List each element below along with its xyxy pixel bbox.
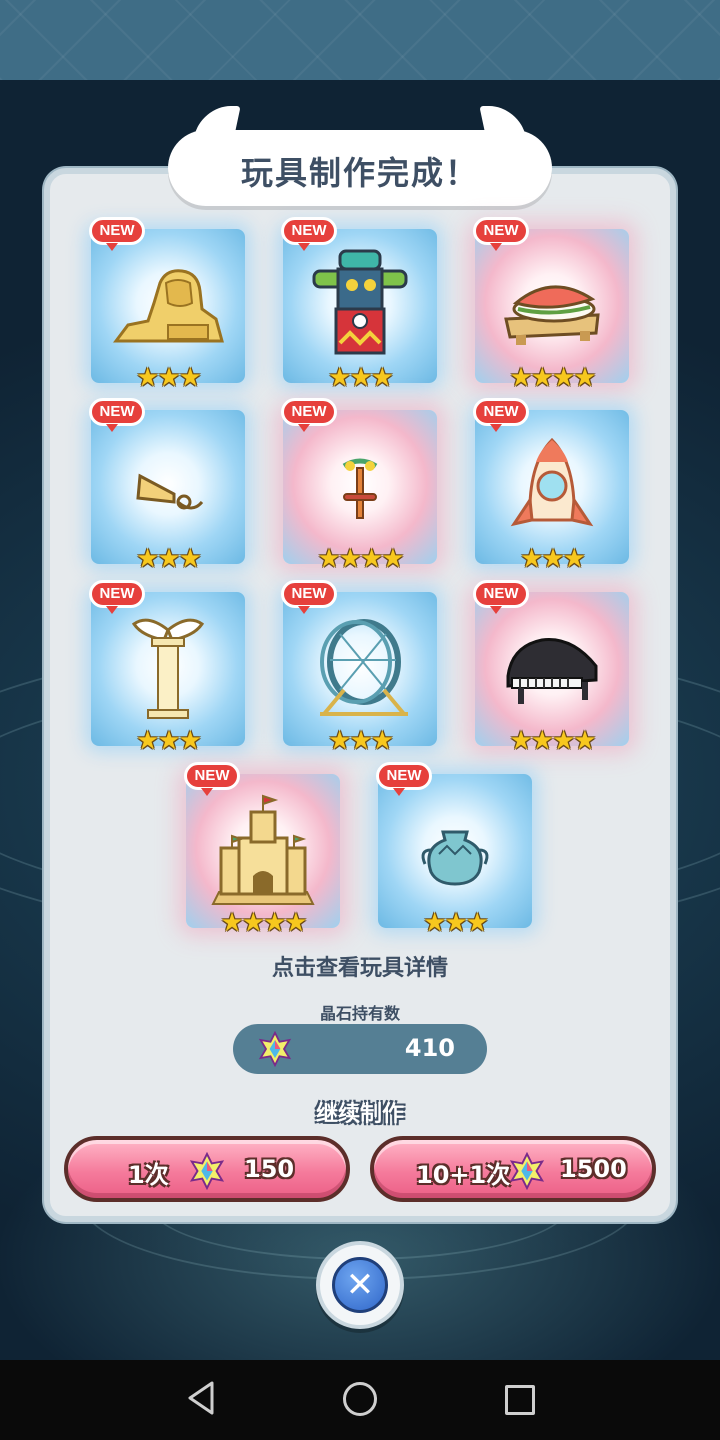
- propeller-toy-icon: [342, 458, 378, 519]
- close-icon: ✕: [332, 1257, 388, 1313]
- rarity-stars: ★★★: [136, 726, 202, 756]
- new-badge: NEW: [89, 217, 145, 251]
- new-badge: NEW: [473, 580, 529, 614]
- new-badge: NEW: [89, 398, 145, 432]
- new-badge: NEW: [281, 580, 337, 614]
- hamster-wheel-icon: [320, 619, 408, 716]
- recent-apps-icon[interactable]: [505, 1385, 535, 1415]
- crystal-icon: [189, 1152, 225, 1190]
- rarity-stars: ★★★: [328, 726, 394, 756]
- close-button[interactable]: ✕: [316, 1241, 404, 1329]
- craft-once-button[interactable]: 1次 150: [64, 1136, 350, 1202]
- rarity-stars: ★★★★: [317, 544, 404, 574]
- android-nav-bar: [0, 1360, 720, 1440]
- winged-pillar-icon: [131, 618, 205, 719]
- sphinx-icon: [113, 269, 224, 343]
- toy-card-horn[interactable]: NEW ★★★: [89, 398, 245, 574]
- tap-hint-text: 点击查看玩具详情: [271, 956, 448, 981]
- toy-card-sushi[interactable]: NEW ★★★★: [473, 217, 629, 393]
- rarity-stars: ★★★: [520, 544, 586, 574]
- rarity-stars: ★★★★: [509, 363, 596, 393]
- crystal-label: 晶石持有数: [319, 1004, 400, 1023]
- horn-icon: [136, 473, 204, 510]
- craft-ten-cost: 1500: [560, 1155, 627, 1183]
- sushi-icon: [504, 285, 600, 345]
- crystal-balance: 410: [233, 1024, 487, 1074]
- rarity-stars: ★★★: [328, 363, 394, 393]
- toy-card-pillar[interactable]: NEW ★★★: [89, 580, 245, 756]
- rarity-stars: ★★★★: [220, 908, 307, 938]
- toy-card-rocket[interactable]: NEW ★★★: [473, 398, 629, 574]
- back-icon[interactable]: [186, 1380, 216, 1416]
- new-badge: NEW: [376, 762, 432, 796]
- crystal-icon: [258, 1031, 292, 1067]
- toy-card-wheel[interactable]: NEW ★★★: [281, 580, 437, 756]
- toy-card-sphinx[interactable]: NEW ★★★: [89, 217, 245, 393]
- new-badge: NEW: [281, 398, 337, 432]
- sand-castle-icon: [211, 794, 315, 905]
- rocket-icon: [510, 437, 594, 527]
- top-banner: [0, 0, 720, 80]
- crystal-icon: [509, 1152, 545, 1190]
- continue-crafting-label: 继续制作: [315, 1102, 404, 1127]
- new-badge: NEW: [184, 762, 240, 796]
- craft-ten-button[interactable]: 10+1次 1500: [370, 1136, 656, 1202]
- dialog-title: 玩具制作完成！: [240, 154, 479, 192]
- new-badge: NEW: [473, 398, 529, 432]
- toy-card-piano[interactable]: NEW ★★★★: [473, 580, 629, 756]
- vase-icon: [421, 830, 489, 886]
- new-badge: NEW: [89, 580, 145, 614]
- crystal-count: 410: [404, 1034, 455, 1062]
- toy-card-castle[interactable]: NEW ★★★★: [184, 762, 340, 938]
- piano-icon: [506, 638, 598, 704]
- rarity-stars: ★★★: [423, 908, 489, 938]
- craft-once-label: 1次: [128, 1161, 169, 1189]
- craft-once-cost: 150: [244, 1155, 295, 1183]
- rarity-stars: ★★★: [136, 544, 202, 574]
- totem-pole-icon: [312, 249, 408, 355]
- new-badge: NEW: [281, 217, 337, 251]
- toy-card-vase[interactable]: NEW ★★★: [376, 762, 532, 938]
- new-badge: NEW: [473, 217, 529, 251]
- home-icon[interactable]: [343, 1382, 377, 1416]
- rarity-stars: ★★★★: [509, 726, 596, 756]
- toy-card-propeller[interactable]: NEW ★★★★: [281, 398, 437, 574]
- rarity-stars: ★★★: [136, 363, 202, 393]
- toy-card-totem[interactable]: NEW ★★★: [281, 217, 437, 393]
- craft-ten-label: 10+1次: [416, 1161, 511, 1189]
